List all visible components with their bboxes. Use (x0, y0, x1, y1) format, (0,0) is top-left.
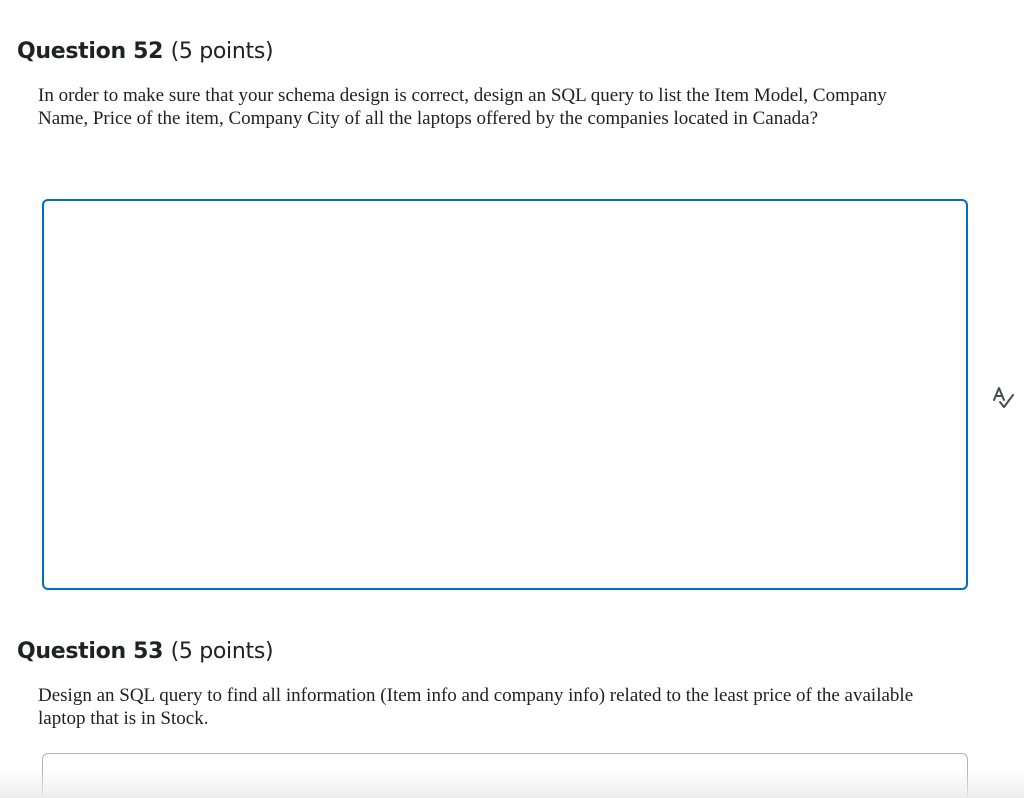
question-53-heading: Question 53 (5 points) (17, 638, 274, 666)
question-52-prompt: In order to make sure that your schema d… (38, 85, 887, 129)
question-53-number: Question 53 (17, 639, 164, 664)
spellcheck-icon-graphic (993, 387, 1014, 408)
question-52-number: Question 52 (17, 39, 164, 64)
spellcheck-icon[interactable] (988, 383, 1016, 411)
question-53-answer-input[interactable] (42, 753, 968, 798)
question-53-points: (5 points) (170, 639, 274, 664)
question-52-points: (5 points) (170, 39, 274, 64)
question-52-heading: Question 52 (5 points) (17, 38, 274, 66)
question-53-prompt: Design an SQL query to find all informat… (38, 685, 914, 729)
question-52-answer-input[interactable] (42, 199, 968, 590)
